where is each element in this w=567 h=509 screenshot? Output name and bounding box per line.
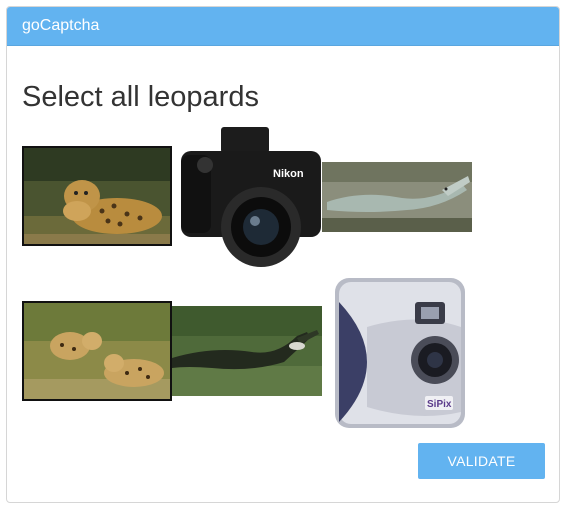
leopard-image [22, 146, 172, 246]
captcha-image-camera-2[interactable]: SiPix [327, 272, 473, 432]
crocodile-image [172, 306, 322, 396]
camera-brand-text: SiPix [427, 399, 452, 410]
camera-image: SiPix [327, 272, 473, 432]
captcha-image-crocodile-2[interactable] [172, 306, 322, 396]
camera-brand-text: Nikon [273, 168, 304, 180]
crocodile-image [322, 162, 472, 232]
captcha-image-leopard-1[interactable] [22, 146, 172, 246]
panel-header: goCaptcha [7, 7, 559, 46]
captcha-panel: goCaptcha Select all leopards Nikon SiPi… [6, 6, 560, 503]
captcha-image-leopard-2[interactable] [22, 301, 172, 401]
validate-button[interactable]: VALIDATE [418, 443, 545, 479]
captcha-image-crocodile-1[interactable] [322, 162, 472, 232]
captcha-image-camera-1[interactable]: Nikon [177, 125, 325, 272]
captcha-prompt: Select all leopards [22, 81, 259, 113]
leopard-image [22, 301, 172, 401]
camera-image: Nikon [177, 125, 325, 272]
